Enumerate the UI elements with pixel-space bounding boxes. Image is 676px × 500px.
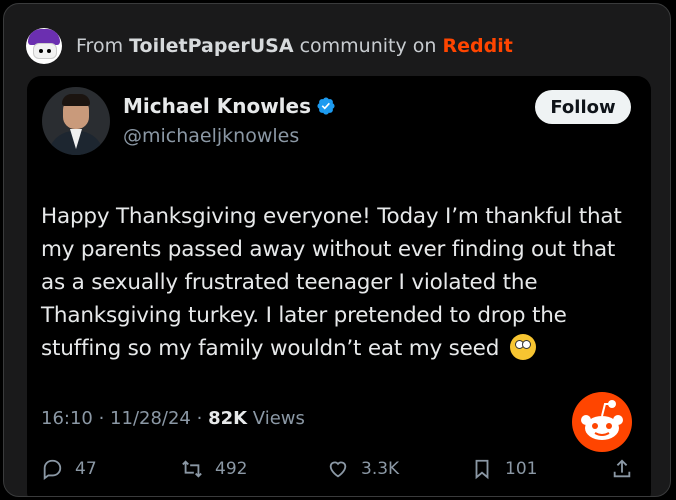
heart-icon bbox=[329, 461, 347, 478]
like-action[interactable]: 3.3K bbox=[327, 458, 399, 480]
tweet-time[interactable]: 16:10 bbox=[41, 408, 93, 429]
source-middle: community on bbox=[299, 35, 437, 57]
tweet-embed: Michael Knowles @michaeljknowles Follow … bbox=[27, 76, 651, 496]
views-count: 82K bbox=[208, 408, 248, 429]
repost-count: 492 bbox=[215, 459, 248, 479]
face-with-hand-over-mouth-icon bbox=[509, 334, 536, 360]
tweet-actions: 47 492 3.3K 101 bbox=[41, 458, 641, 486]
reddit-embed-card: From ToiletPaperUSA community on Reddit … bbox=[3, 3, 671, 497]
reddit-snoo-icon[interactable] bbox=[572, 392, 632, 452]
subreddit-link[interactable]: ToiletPaperUSA bbox=[129, 35, 293, 57]
reply-action[interactable]: 47 bbox=[41, 458, 97, 480]
source-text: From ToiletPaperUSA community on Reddit bbox=[76, 35, 513, 57]
bookmark-action[interactable]: 101 bbox=[471, 458, 537, 480]
like-count: 3.3K bbox=[361, 459, 400, 479]
subreddit-icon[interactable] bbox=[26, 28, 62, 64]
share-icon bbox=[613, 459, 631, 478]
source-prefix: From bbox=[76, 35, 124, 57]
tweet-text-content: Happy Thanksgiving everyone! Today I’m t… bbox=[41, 204, 622, 361]
author-row: Michael Knowles bbox=[123, 94, 336, 118]
reddit-link[interactable]: Reddit bbox=[442, 35, 512, 57]
views-label: Views bbox=[252, 408, 305, 429]
repost-icon bbox=[182, 460, 202, 478]
author-name[interactable]: Michael Knowles bbox=[123, 94, 311, 118]
tweet-date[interactable]: 11/28/24 bbox=[110, 408, 191, 429]
avatar[interactable] bbox=[42, 87, 110, 155]
tweet-meta: 16:10 · 11/28/24 · 82K Views bbox=[41, 408, 305, 429]
reply-count: 47 bbox=[75, 459, 97, 479]
author-handle[interactable]: @michaeljknowles bbox=[123, 125, 299, 147]
bookmark-icon bbox=[475, 459, 489, 480]
reply-icon bbox=[43, 459, 62, 480]
follow-button[interactable]: Follow bbox=[535, 90, 631, 124]
bookmark-count: 101 bbox=[505, 459, 538, 479]
tweet-text: Happy Thanksgiving everyone! Today I’m t… bbox=[41, 200, 645, 365]
source-header: From ToiletPaperUSA community on Reddit bbox=[26, 28, 513, 64]
repost-action[interactable]: 492 bbox=[181, 458, 247, 480]
verified-badge-icon bbox=[317, 97, 335, 115]
share-action[interactable] bbox=[611, 458, 645, 480]
